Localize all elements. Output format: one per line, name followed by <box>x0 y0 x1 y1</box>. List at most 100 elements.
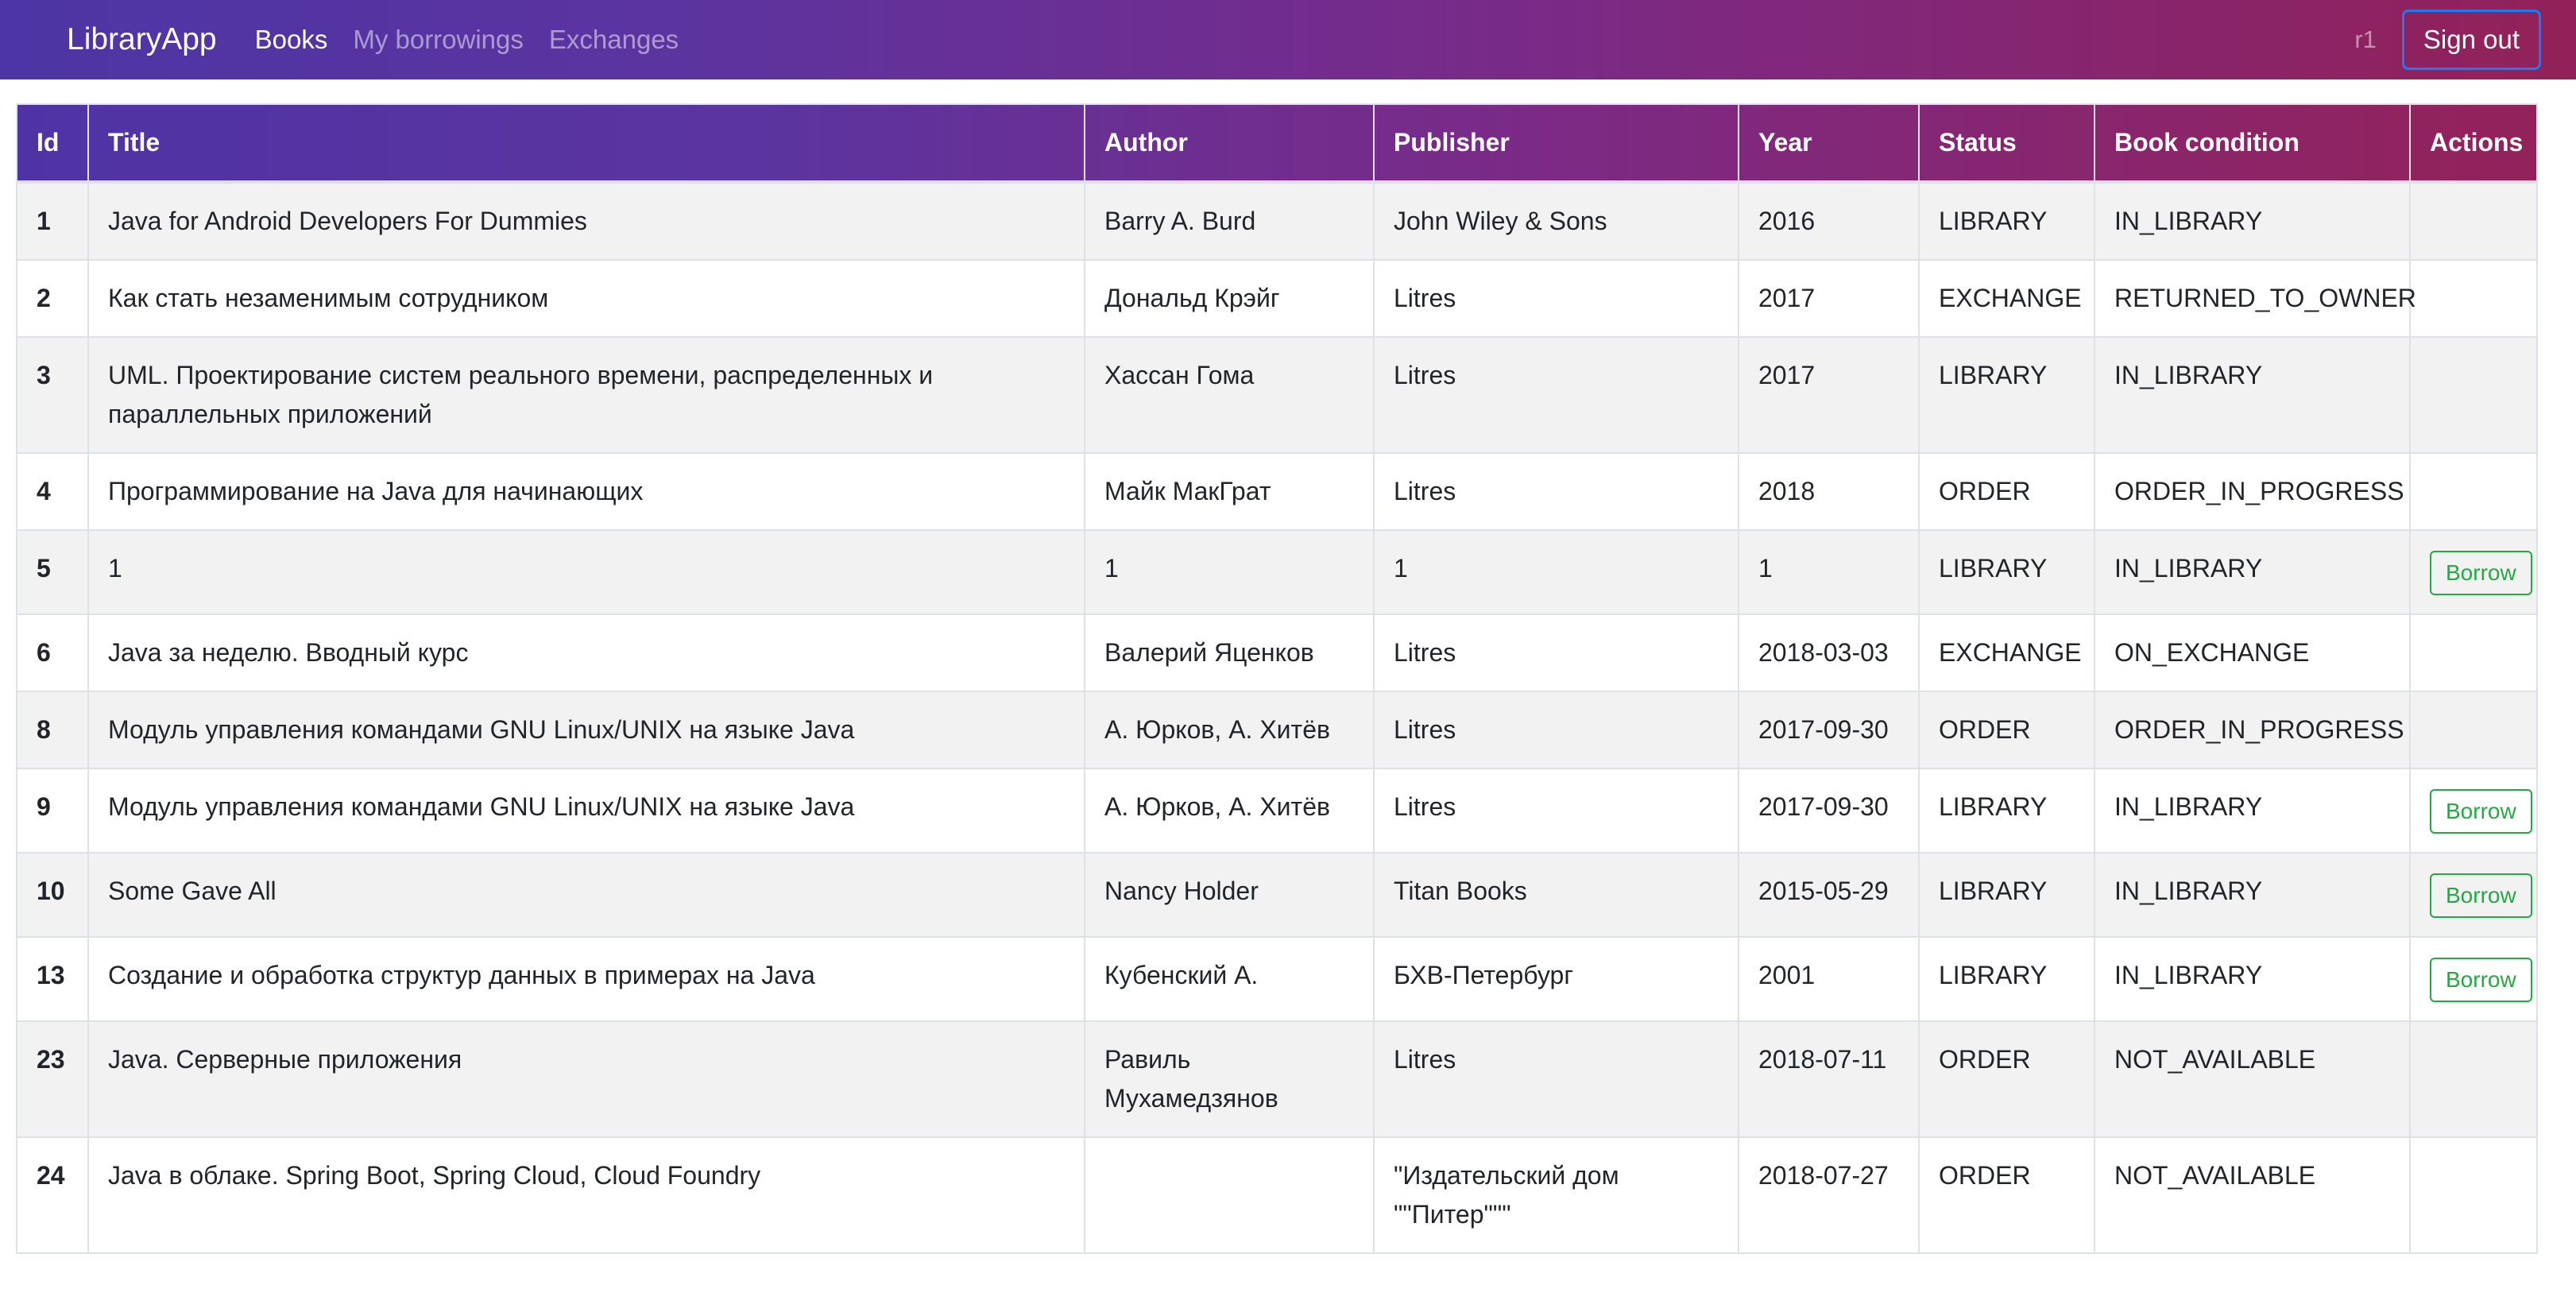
cell-condition: IN_LIBRARY <box>2094 529 2411 615</box>
cell-condition: ORDER_IN_PROGRESS <box>2094 452 2411 531</box>
cell-title: Как стать незаменимым сотрудником <box>87 259 1085 338</box>
cell-year: 2001 <box>1738 936 1920 1022</box>
cell-actions: Borrow <box>2409 936 2538 1022</box>
cell-actions <box>2409 452 2538 531</box>
cell-author: Barry A. Burd <box>1084 181 1375 261</box>
cell-condition: IN_LIBRARY <box>2094 852 2411 938</box>
cell-id: 10 <box>16 852 89 938</box>
column-header: Publisher <box>1373 103 1739 184</box>
cell-publisher: БХВ-Петербург <box>1373 936 1739 1022</box>
cell-author: А. Юрков, А. Хитёв <box>1084 691 1375 769</box>
table-row: 4 Программирование на Java для начинающих… <box>16 452 2538 531</box>
table-row: 6 Java за неделю. Вводный курс Валерий Яце… <box>16 614 2538 692</box>
cell-year: 2018-07-27 <box>1738 1136 1920 1254</box>
cell-title: 1 <box>87 529 1085 615</box>
table-row: 3 UML. Проектирование систем реального вр… <box>16 336 2538 454</box>
cell-id: 2 <box>16 259 89 338</box>
navbar: LibraryApp Books My borrowings Exchanges… <box>0 0 2576 79</box>
cell-status: EXCHANGE <box>1918 614 2095 692</box>
cell-publisher: Litres <box>1373 614 1739 692</box>
column-header: Book condition <box>2094 103 2411 184</box>
cell-actions <box>2409 181 2538 261</box>
cell-status: LIBRARY <box>1918 529 2095 615</box>
table-row: 9 Модуль управления командами GNU Linux/U… <box>16 768 2538 854</box>
cell-id: 24 <box>16 1136 89 1254</box>
cell-id: 3 <box>16 336 89 454</box>
username: r1 <box>2354 25 2377 53</box>
nav-books[interactable]: Books <box>255 25 328 55</box>
cell-title: Программирование на Java для начинающих <box>87 452 1085 531</box>
table-row: 24 Java в облаке. Spring Boot, Spring Clo… <box>16 1136 2538 1254</box>
cell-author: Хассан Гома <box>1084 336 1375 454</box>
cell-publisher: Litres <box>1373 768 1739 854</box>
cell-actions <box>2409 1136 2538 1254</box>
cell-year: 2017 <box>1738 336 1920 454</box>
cell-actions <box>2409 1020 2538 1138</box>
column-header: Title <box>87 103 1085 184</box>
table-row: 23 Java. Серверные приложения Равиль Мухам… <box>16 1020 2538 1138</box>
cell-year: 1 <box>1738 529 1920 615</box>
cell-publisher: "Издательский дом ""Питер""" <box>1373 1136 1739 1254</box>
cell-publisher: John Wiley & Sons <box>1373 181 1739 261</box>
borrow-button[interactable]: Borrow <box>2430 958 2532 1002</box>
table-row: 2 Как стать незаменимым сотрудником Дональ… <box>16 259 2538 338</box>
table-row: 5 1 1 1 1 LIBRARY IN_LIBRARY Borrow <box>16 529 2538 615</box>
cell-author: А. Юрков, А. Хитёв <box>1084 768 1375 854</box>
nav-my-borrowings[interactable]: My borrowings <box>353 25 524 55</box>
cell-title: UML. Проектирование систем реального вре… <box>87 336 1085 454</box>
cell-publisher: 1 <box>1373 529 1739 615</box>
cell-title: Java за неделю. Вводный курс <box>87 614 1085 692</box>
cell-id: 13 <box>16 936 89 1022</box>
cell-condition: ORDER_IN_PROGRESS <box>2094 691 2411 769</box>
cell-condition: IN_LIBRARY <box>2094 936 2411 1022</box>
cell-publisher: Litres <box>1373 259 1739 338</box>
cell-actions <box>2409 336 2538 454</box>
cell-status: ORDER <box>1918 1020 2095 1138</box>
cell-publisher: Titan Books <box>1373 852 1739 938</box>
borrow-button[interactable]: Borrow <box>2430 789 2532 834</box>
cell-id: 8 <box>16 691 89 769</box>
cell-status: ORDER <box>1918 452 2095 531</box>
books-table: Id Title Author Publisher Year Status Book con… <box>16 103 2538 1254</box>
cell-author: Майк МакГрат <box>1084 452 1375 531</box>
cell-year: 2015-05-29 <box>1738 852 1920 938</box>
cell-title: Java. Серверные приложения <box>87 1020 1085 1138</box>
cell-id: 5 <box>16 529 89 615</box>
cell-author: Равиль Мухамедзянов <box>1084 1020 1375 1138</box>
cell-status: LIBRARY <box>1918 336 2095 454</box>
cell-title: Java в облаке. Spring Boot, Spring Cloud… <box>87 1136 1085 1254</box>
cell-publisher: Litres <box>1373 691 1739 769</box>
cell-author: Кубенский А. <box>1084 936 1375 1022</box>
cell-condition: NOT_AVAILABLE <box>2094 1136 2411 1254</box>
cell-publisher: Litres <box>1373 1020 1739 1138</box>
borrow-button[interactable]: Borrow <box>2430 873 2532 918</box>
nav-exchanges[interactable]: Exchanges <box>549 25 679 55</box>
cell-year: 2017-09-30 <box>1738 691 1920 769</box>
cell-status: LIBRARY <box>1918 936 2095 1022</box>
cell-title: Some Gave All <box>87 852 1085 938</box>
cell-status: ORDER <box>1918 691 2095 769</box>
cell-status: EXCHANGE <box>1918 259 2095 338</box>
cell-condition: IN_LIBRARY <box>2094 336 2411 454</box>
cell-id: 1 <box>16 181 89 261</box>
cell-author: Валерий Яценков <box>1084 614 1375 692</box>
cell-actions: Borrow <box>2409 852 2538 938</box>
cell-author <box>1084 1136 1375 1254</box>
borrow-button[interactable]: Borrow <box>2430 551 2532 595</box>
cell-actions: Borrow <box>2409 768 2538 854</box>
column-header: Year <box>1738 103 1920 184</box>
table-row: 13 Создание и обработка структур данных в… <box>16 936 2538 1022</box>
cell-condition: RETURNED_TO_OWNER <box>2094 259 2416 338</box>
cell-author: Дональд Крэйг <box>1084 259 1375 338</box>
cell-status: ORDER <box>1918 1136 2095 1254</box>
cell-condition: IN_LIBRARY <box>2094 181 2411 261</box>
cell-condition: ON_EXCHANGE <box>2094 614 2411 692</box>
brand-logo[interactable]: LibraryApp <box>67 22 217 57</box>
table-row: 8 Модуль управления командами GNU Linux/U… <box>16 691 2538 769</box>
cell-year: 2017 <box>1738 259 1920 338</box>
sign-out-button[interactable]: Sign out <box>2401 10 2541 70</box>
table-row: 1 Java for Android Developers For Dummies… <box>16 181 2538 261</box>
cell-id: 23 <box>16 1020 89 1138</box>
cell-id: 6 <box>16 614 89 692</box>
cell-condition: NOT_AVAILABLE <box>2094 1020 2411 1138</box>
